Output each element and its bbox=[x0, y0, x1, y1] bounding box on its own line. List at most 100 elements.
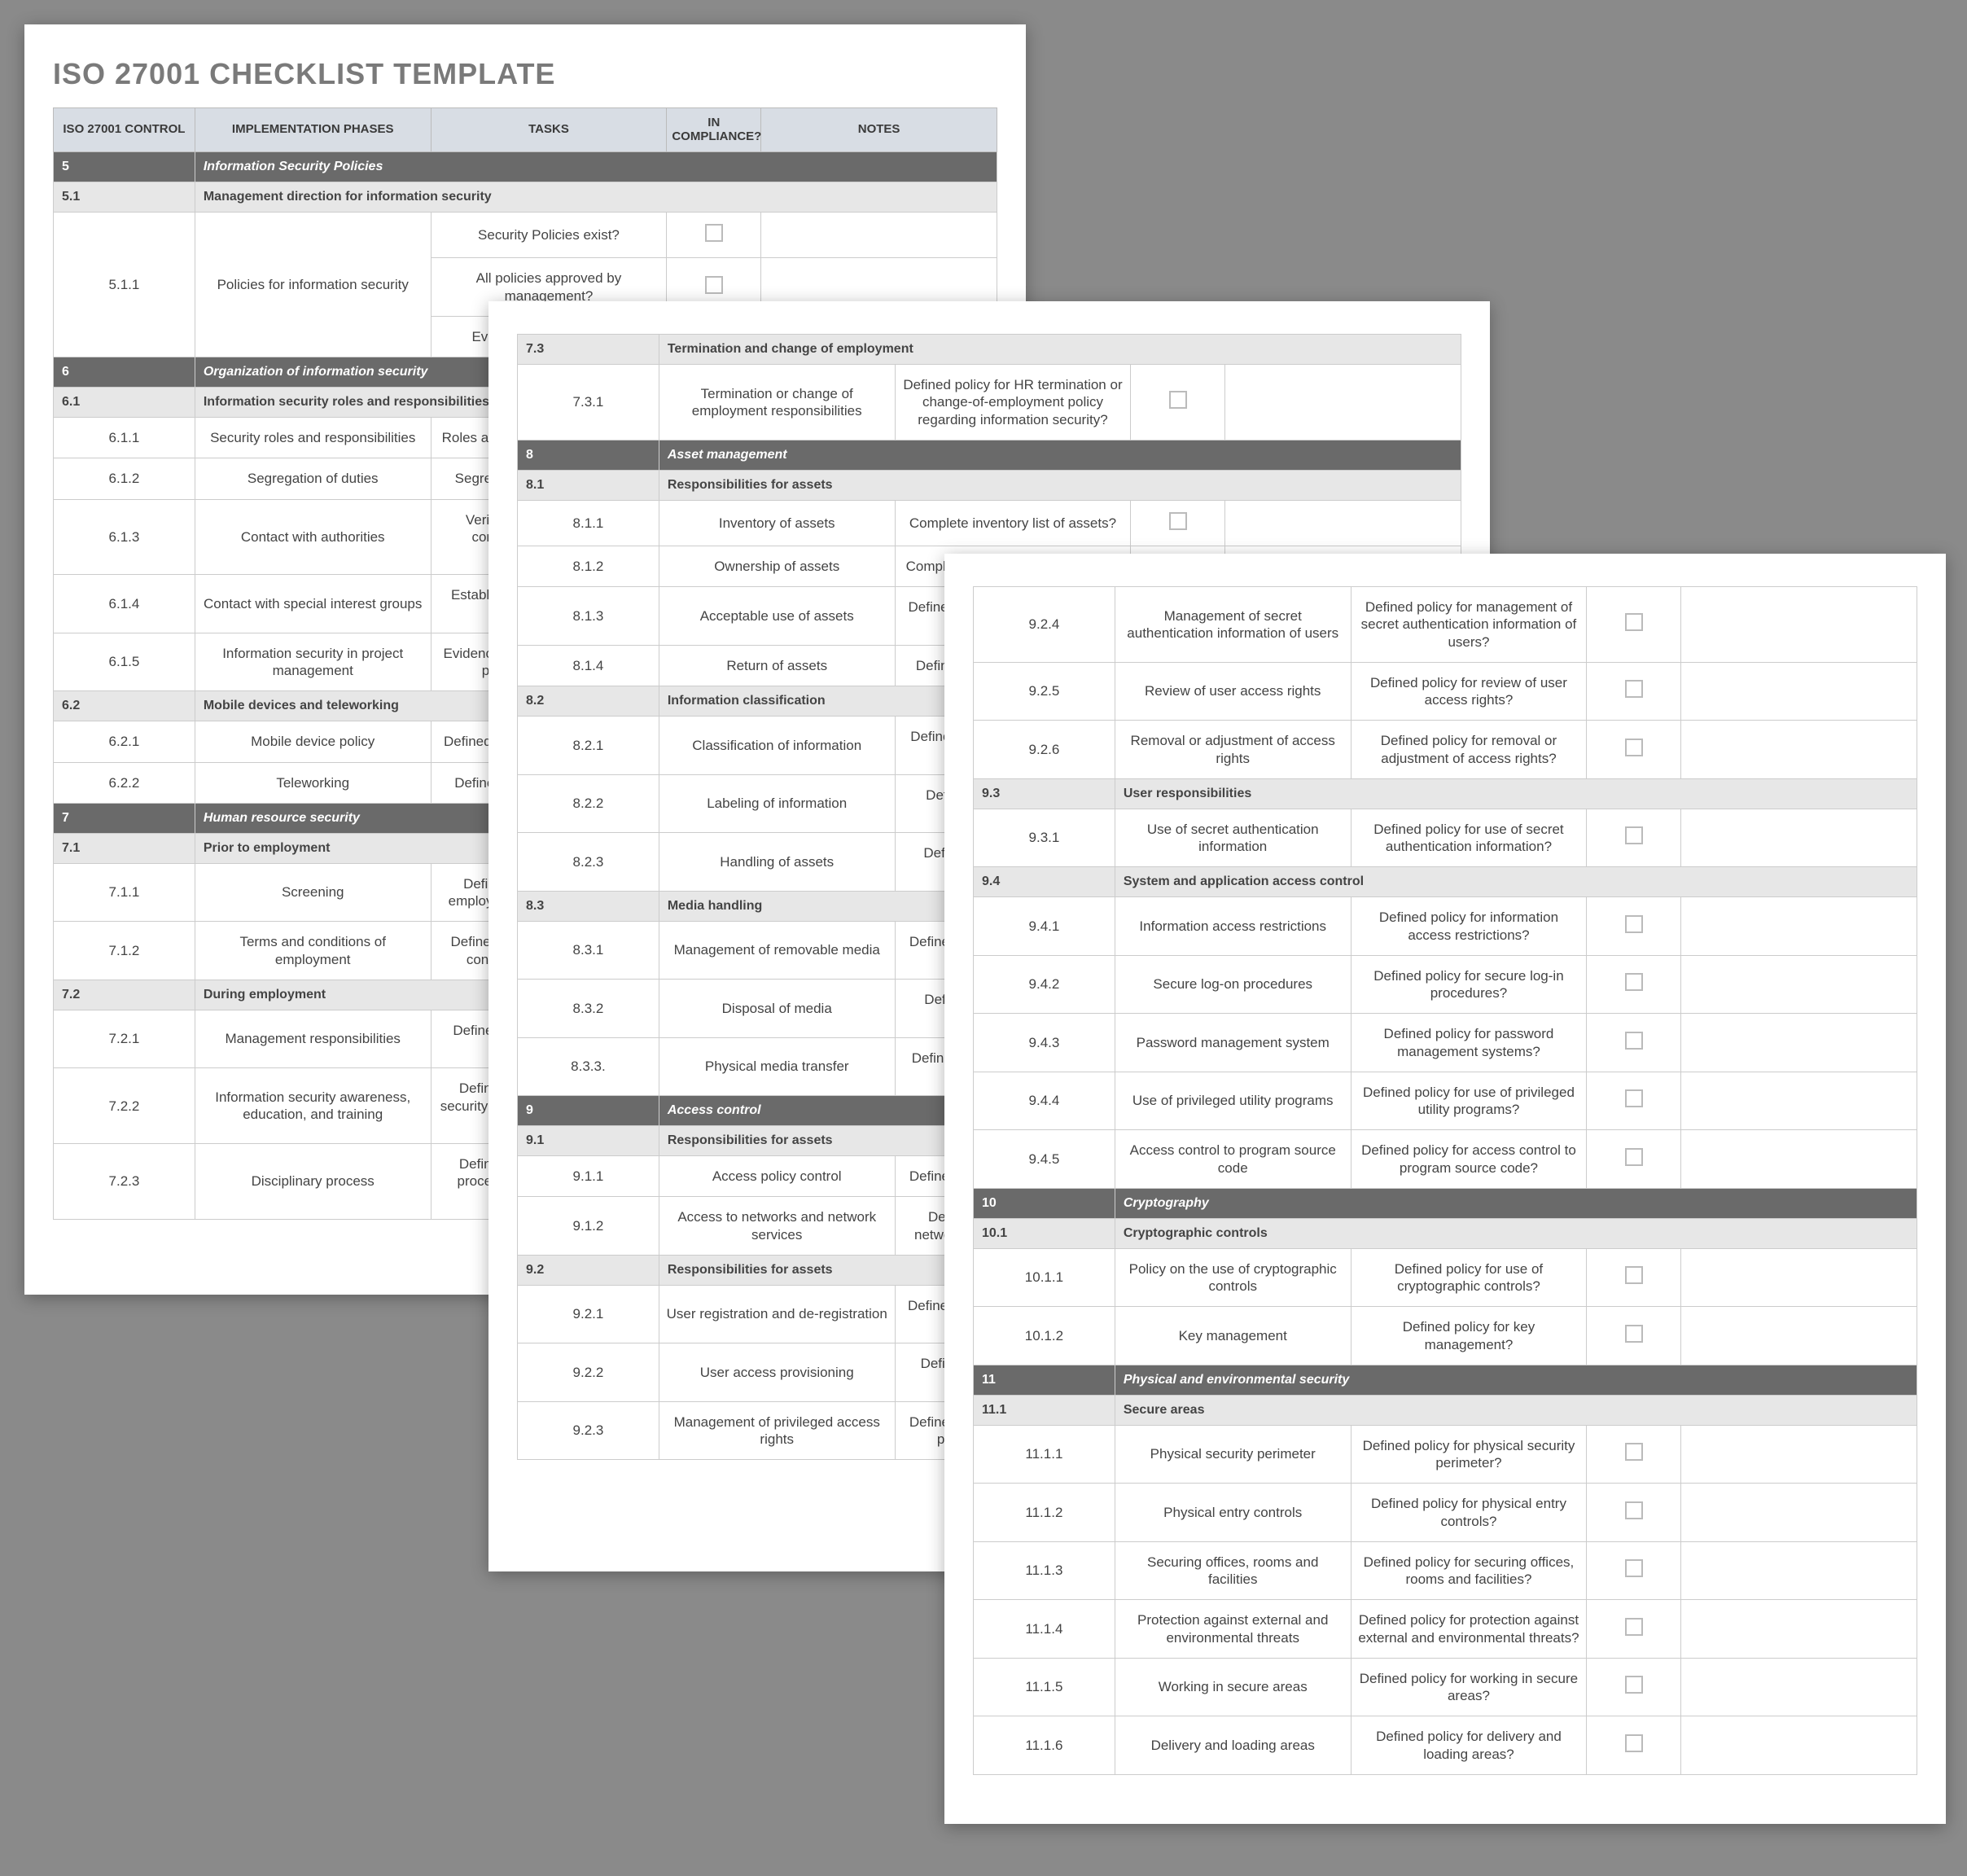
cell-notes bbox=[1225, 365, 1461, 441]
subsection-num: 6.2 bbox=[54, 691, 195, 721]
subsection-row: 10.1Cryptographic controls bbox=[974, 1218, 1917, 1248]
cell-notes bbox=[1681, 1248, 1917, 1307]
cell-notes bbox=[1681, 1014, 1917, 1072]
checkbox[interactable] bbox=[1625, 1325, 1643, 1343]
cell-task: Defined policy for review of user access… bbox=[1351, 662, 1587, 721]
subsection-num: 7.1 bbox=[54, 833, 195, 863]
table-row: 11.1.2Physical entry controlsDefined pol… bbox=[974, 1484, 1917, 1542]
cell-control: 8.1.1 bbox=[518, 500, 659, 546]
table-row: 9.2.4Management of secret authentication… bbox=[974, 587, 1917, 663]
cell-compliance bbox=[1587, 1541, 1681, 1600]
cell-compliance bbox=[1587, 721, 1681, 779]
subsection-num: 7.3 bbox=[518, 335, 659, 365]
section-num: 5 bbox=[54, 152, 195, 182]
checkbox[interactable] bbox=[1625, 973, 1643, 991]
section-row: 10Cryptography bbox=[974, 1188, 1917, 1218]
cell-control: 9.2.2 bbox=[518, 1343, 659, 1402]
checkbox[interactable] bbox=[1625, 1032, 1643, 1050]
cell-control: 8.3.3. bbox=[518, 1037, 659, 1096]
cell-phase: Physical media transfer bbox=[659, 1037, 895, 1096]
section-row: 11Physical and environmental security bbox=[974, 1365, 1917, 1395]
checkbox[interactable] bbox=[1625, 1148, 1643, 1166]
cell-phase: Policies for information security bbox=[195, 213, 431, 357]
cell-control: 7.2.3 bbox=[54, 1144, 195, 1220]
cell-task: Defined policy for management of secret … bbox=[1351, 587, 1587, 663]
table-row: 9.3.1Use of secret authentication inform… bbox=[974, 809, 1917, 867]
page-title: ISO 27001 CHECKLIST TEMPLATE bbox=[53, 57, 997, 91]
th-control: ISO 27001 CONTROL bbox=[54, 108, 195, 152]
table-row: 7.3.1Termination or change of employment… bbox=[518, 365, 1461, 441]
checkbox[interactable] bbox=[1625, 739, 1643, 756]
cell-notes bbox=[1681, 955, 1917, 1014]
cell-phase: Key management bbox=[1115, 1307, 1351, 1365]
cell-notes bbox=[1681, 1072, 1917, 1130]
checkbox[interactable] bbox=[1625, 613, 1643, 631]
checkbox[interactable] bbox=[1625, 1559, 1643, 1577]
cell-phase: Handling of assets bbox=[659, 833, 895, 892]
subsection-label: System and application access control bbox=[1115, 867, 1917, 897]
subsection-num: 7.2 bbox=[54, 980, 195, 1010]
cell-control: 5.1.1 bbox=[54, 213, 195, 357]
cell-control: 9.2.3 bbox=[518, 1401, 659, 1460]
checkbox[interactable] bbox=[1169, 512, 1187, 530]
cell-compliance bbox=[1587, 1658, 1681, 1716]
cell-compliance bbox=[667, 213, 761, 258]
cell-control: 8.2.2 bbox=[518, 774, 659, 833]
table-row: 9.2.5Review of user access rightsDefined… bbox=[974, 662, 1917, 721]
subsection-num: 9.2 bbox=[518, 1255, 659, 1285]
cell-phase: Contact with special interest groups bbox=[195, 575, 431, 633]
table-row: 8.1.1Inventory of assetsComplete invento… bbox=[518, 500, 1461, 546]
cell-control: 7.3.1 bbox=[518, 365, 659, 441]
checkbox[interactable] bbox=[1625, 1266, 1643, 1284]
cell-control: 10.1.1 bbox=[974, 1248, 1115, 1307]
cell-task: Defined policy for physical entry contro… bbox=[1351, 1484, 1587, 1542]
cell-phase: Removal or adjustment of access rights bbox=[1115, 721, 1351, 779]
cell-phase: Labeling of information bbox=[659, 774, 895, 833]
checkbox[interactable] bbox=[1625, 915, 1643, 933]
table-row: 11.1.4Protection against external and en… bbox=[974, 1600, 1917, 1659]
checkbox[interactable] bbox=[1625, 1501, 1643, 1519]
cell-notes bbox=[1681, 1716, 1917, 1775]
subsection-num: 9.3 bbox=[974, 778, 1115, 809]
table-row: 9.2.6Removal or adjustment of access rig… bbox=[974, 721, 1917, 779]
checkbox[interactable] bbox=[1625, 1734, 1643, 1752]
cell-phase: Working in secure areas bbox=[1115, 1658, 1351, 1716]
checkbox[interactable] bbox=[1625, 1676, 1643, 1694]
section-row: 5Information Security Policies bbox=[54, 152, 997, 182]
cell-notes bbox=[1681, 587, 1917, 663]
cell-notes bbox=[1681, 1600, 1917, 1659]
cell-phase: Securing offices, rooms and facilities bbox=[1115, 1541, 1351, 1600]
cell-control: 6.2.2 bbox=[54, 762, 195, 803]
cell-notes bbox=[1681, 721, 1917, 779]
cell-task: Defined policy for protection against ex… bbox=[1351, 1600, 1587, 1659]
checkbox[interactable] bbox=[1625, 1618, 1643, 1636]
section-label: Cryptography bbox=[1115, 1188, 1917, 1218]
cell-notes bbox=[761, 213, 997, 258]
cell-phase: Use of secret authentication information bbox=[1115, 809, 1351, 867]
cell-notes bbox=[1225, 500, 1461, 546]
checkbox[interactable] bbox=[1625, 680, 1643, 698]
checkbox[interactable] bbox=[1625, 826, 1643, 844]
cell-task: Defined policy for key management? bbox=[1351, 1307, 1587, 1365]
cell-control: 8.3.2 bbox=[518, 980, 659, 1038]
cell-control: 6.1.1 bbox=[54, 418, 195, 458]
checkbox[interactable] bbox=[705, 276, 723, 294]
subsection-num: 9.1 bbox=[518, 1126, 659, 1156]
checkbox[interactable] bbox=[1169, 391, 1187, 409]
cell-compliance bbox=[1587, 587, 1681, 663]
cell-phase: Secure log-on procedures bbox=[1115, 955, 1351, 1014]
checkbox[interactable] bbox=[1625, 1089, 1643, 1107]
subsection-num: 9.4 bbox=[974, 867, 1115, 897]
cell-notes bbox=[1681, 897, 1917, 956]
checkbox[interactable] bbox=[705, 224, 723, 242]
subsection-label: Responsibilities for assets bbox=[659, 470, 1461, 500]
table-row: 11.1.6Delivery and loading areasDefined … bbox=[974, 1716, 1917, 1775]
cell-compliance bbox=[1587, 1425, 1681, 1484]
cell-task: Defined policy for secure log-in procedu… bbox=[1351, 955, 1587, 1014]
cell-phase: Management of removable media bbox=[659, 921, 895, 980]
checkbox[interactable] bbox=[1625, 1443, 1643, 1461]
cell-compliance bbox=[1587, 1600, 1681, 1659]
cell-phase: Protection against external and environm… bbox=[1115, 1600, 1351, 1659]
cell-control: 7.2.1 bbox=[54, 1010, 195, 1068]
cell-compliance bbox=[1587, 955, 1681, 1014]
